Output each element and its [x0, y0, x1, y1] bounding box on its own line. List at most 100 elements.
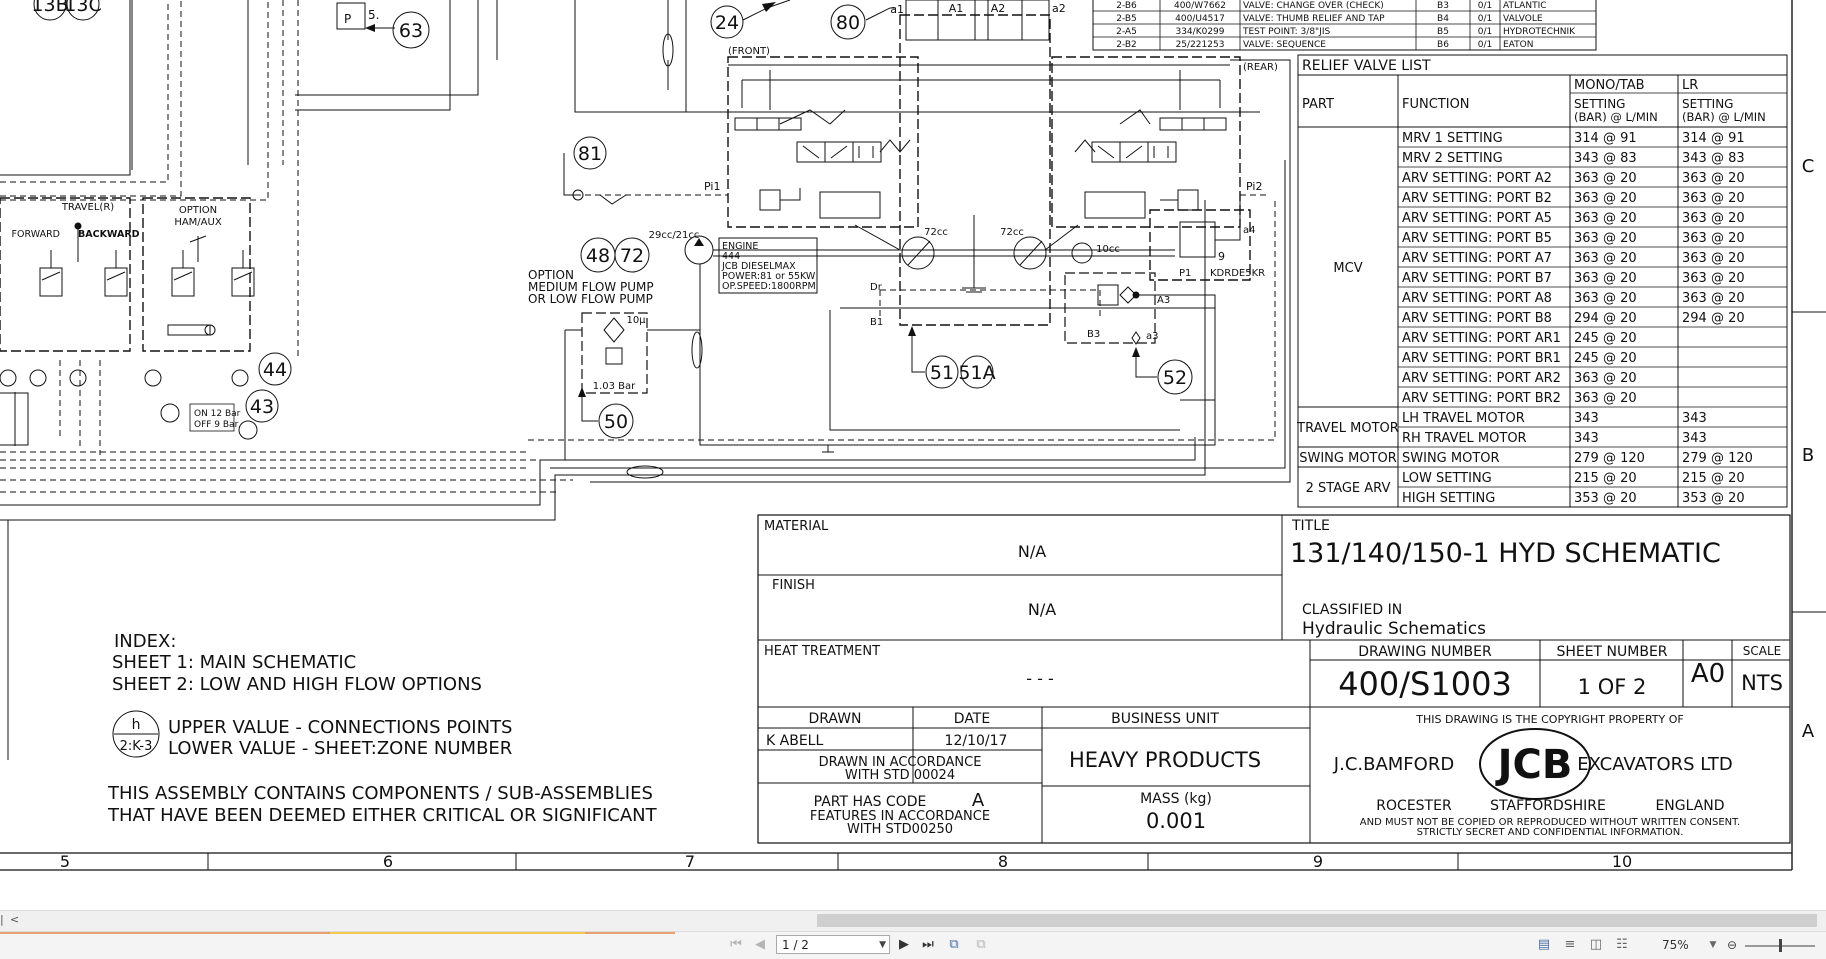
- return-line: [829, 310, 1180, 431]
- first-page-icon[interactable]: ⏮: [727, 936, 745, 954]
- fit-page-icon[interactable]: ⧉: [945, 936, 963, 954]
- relief-valve-function: RH TRAVEL MOTOR: [1402, 431, 1527, 446]
- forward-label: FORWARD: [12, 229, 60, 240]
- parts-table-cell: 0/1: [1478, 27, 1492, 37]
- pipe-line: [769, 70, 1181, 110]
- pump-72cc-label: 72cc: [1000, 227, 1024, 238]
- leader-line: [563, 153, 575, 196]
- drawing-number: 400/S1003: [1338, 665, 1512, 703]
- legal-text: STRICTLY SECRET AND CONFIDENTIAL INFORMA…: [1417, 827, 1684, 838]
- pump-72cc-label: 72cc: [924, 227, 948, 238]
- drawn-date: 12/10/17: [945, 733, 1008, 749]
- port-ref-circle: [144, 369, 162, 387]
- relief-valve-header: (BAR) @ L/MIN: [1574, 110, 1658, 124]
- location-staffordshire: STAFFORDSHIRE: [1490, 798, 1606, 814]
- relief-valve-mono: 294 @ 20: [1574, 311, 1637, 326]
- parts-table-cell: 0/1: [1478, 40, 1492, 50]
- document-viewport[interactable]: C B A 5 6 7 8 9 10 2-B6 400/W7662 VALVE: CHANGE OVE…: [0, 0, 1826, 910]
- relief-valve-mono: 353 @ 20: [1574, 491, 1637, 506]
- continuous-icon[interactable]: ≡: [1561, 936, 1579, 954]
- balloon-44: 44: [263, 359, 287, 381]
- parts-table-cell: VALVE: SEQUENCE: [1243, 40, 1326, 50]
- next-page-icon[interactable]: ▶: [895, 936, 913, 954]
- zoom-out-icon[interactable]: ⊖: [1727, 938, 1737, 952]
- parts-table-cell: 0/1: [1478, 14, 1492, 24]
- zoom-slider-knob[interactable]: [1779, 939, 1782, 952]
- port-ref-circle: [29, 369, 47, 387]
- balloon-72: 72: [620, 245, 644, 267]
- relief-valve-lr: 363 @ 20: [1682, 191, 1745, 206]
- port-A3-label: A3: [1157, 295, 1170, 306]
- rear-spool: [1147, 141, 1177, 163]
- parts-table-cell: VALVE: CHANGE OVER (CHECK): [1243, 1, 1384, 11]
- balloon-63: 63: [399, 20, 423, 42]
- pressure-switch-p: P: [344, 12, 351, 26]
- company-left: J.C.BAMFORD: [1333, 754, 1454, 775]
- port-pi1-label: Pi1: [704, 180, 720, 193]
- single-page-icon[interactable]: ▤: [1535, 936, 1553, 954]
- relief-valve-mono: 363 @ 20: [1574, 291, 1637, 306]
- balloon-48: 48: [586, 245, 610, 267]
- legend-lower-value: 2:K-3: [120, 739, 153, 754]
- pressure-switch-circle: [238, 420, 258, 440]
- scroll-left-icon[interactable]: |: [0, 913, 4, 926]
- chevron-down-icon[interactable]: ▼: [879, 936, 886, 955]
- filter-symbol: [603, 317, 625, 343]
- pilot-line: [0, 0, 169, 183]
- facing-continuous-icon[interactable]: ☷: [1613, 936, 1631, 954]
- zone-row-label: C: [1802, 156, 1815, 177]
- pipe-line: [728, 64, 1230, 108]
- fit-width-icon[interactable]: ⧉: [972, 936, 990, 954]
- company-right: EXCAVATORS LTD: [1577, 754, 1732, 775]
- pilot-check: [1177, 189, 1199, 211]
- zone-col-label: 5: [60, 852, 70, 871]
- relief-cartridge: [1084, 191, 1146, 219]
- relief-valve-part: 2 STAGE ARV: [1306, 481, 1391, 496]
- relief-valve-mono: 363 @ 20: [1574, 271, 1637, 286]
- relief-valve-mono: 363 @ 20: [1574, 371, 1637, 386]
- relief-valve-function: HIGH SETTING: [1402, 491, 1495, 506]
- horizontal-scrollbar[interactable]: | <: [0, 910, 1826, 932]
- page-number-field[interactable]: 1 / 2 ▼: [776, 935, 890, 954]
- check-valve: [1181, 117, 1205, 131]
- tank-symbol: [822, 445, 834, 453]
- zoom-level[interactable]: 75%: [1662, 938, 1689, 952]
- relief-valve-mono: 363 @ 20: [1574, 231, 1637, 246]
- last-page-icon[interactable]: ⏭: [919, 936, 937, 954]
- port-9-label: 9: [1218, 250, 1225, 263]
- parts-table-cell: 2-B2: [1116, 40, 1137, 50]
- scroll-left-button[interactable]: <: [10, 913, 19, 926]
- zone-row-label: A: [1802, 721, 1815, 742]
- relief-valve-lr: 215 @ 20: [1682, 471, 1745, 486]
- index-sheet-2: SHEET 2: LOW AND HIGH FLOW OPTIONS: [112, 674, 482, 695]
- scrollbar-thumb[interactable]: [817, 914, 1817, 927]
- parts-table-cell: 2-B5: [1116, 14, 1137, 24]
- facing-icon[interactable]: ◫: [1587, 936, 1605, 954]
- index-title: INDEX:: [114, 631, 176, 652]
- check-valve: [1159, 117, 1183, 131]
- relief-valve-header: SETTING: [1682, 97, 1733, 111]
- pressure-switch-label: 5.: [368, 8, 379, 22]
- pilot-pump: [1071, 242, 1093, 264]
- parts-table-cell: 334/K0299: [1175, 27, 1224, 37]
- relief-valve-header: FUNCTION: [1402, 97, 1470, 112]
- scale-value: NTS: [1741, 671, 1783, 695]
- drawn-standard: WITH STD 00024: [845, 768, 955, 783]
- pilot-line: [0, 0, 182, 197]
- zoom-dropdown-icon[interactable]: ▼: [1704, 936, 1722, 954]
- page-number-value: 1 / 2: [782, 938, 809, 952]
- pump-variable-arrow: [907, 240, 931, 266]
- prev-page-icon[interactable]: ◀: [751, 936, 769, 954]
- relief-valve-mono: 363 @ 20: [1574, 191, 1637, 206]
- relief-valve-lr: 294 @ 20: [1682, 311, 1745, 326]
- pilot-line: [879, 289, 1101, 320]
- legend-upper-value: h: [132, 717, 141, 733]
- pipe-line: [0, 519, 9, 760]
- material-label: MATERIAL: [764, 519, 829, 534]
- date-label: DATE: [954, 711, 990, 727]
- material-value: N/A: [1018, 542, 1046, 561]
- assembly-note: THAT HAVE BEEN DEEMED EITHER CRITICAL OR…: [107, 805, 658, 826]
- pump-variable-arrow: [1019, 240, 1043, 266]
- check-spring: [599, 194, 627, 205]
- relief-valve-title: RELIEF VALVE LIST: [1302, 58, 1431, 74]
